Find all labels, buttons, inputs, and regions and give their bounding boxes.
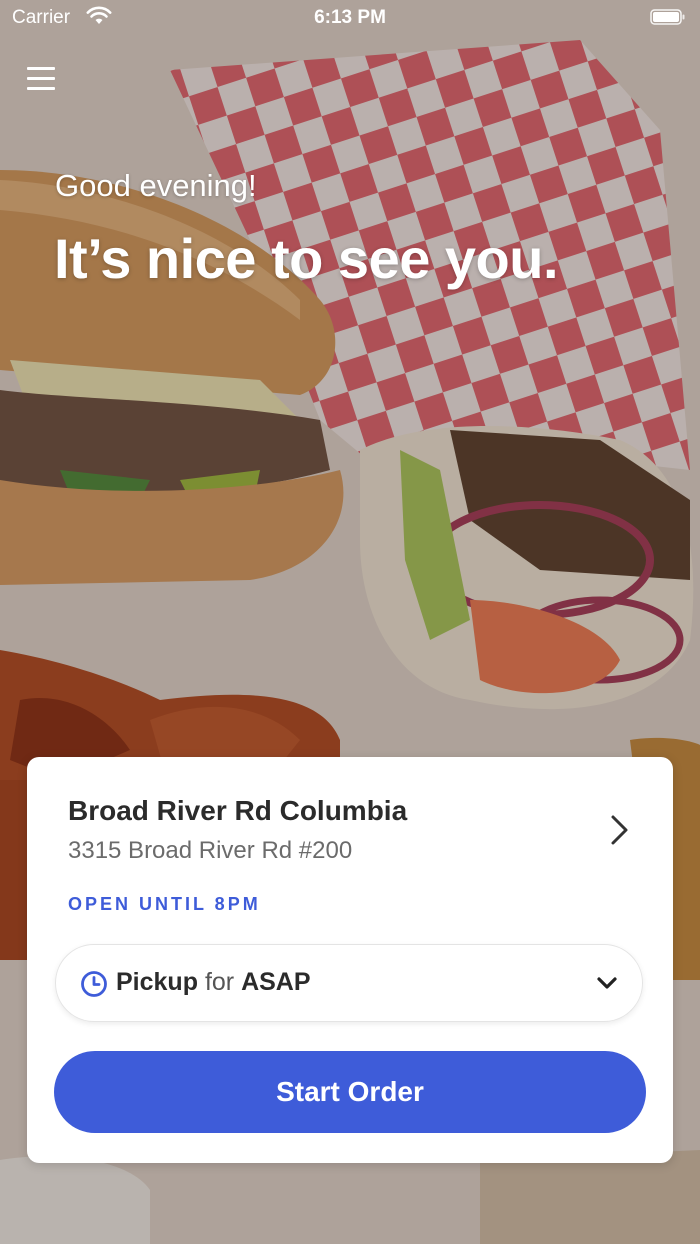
greeting-salutation: Good evening! bbox=[55, 168, 257, 203]
clock-time: 6:13 PM bbox=[314, 7, 386, 28]
hamburger-menu-icon[interactable] bbox=[22, 60, 60, 98]
start-order-button[interactable]: Start Order bbox=[54, 1051, 646, 1133]
order-time-summary: Pickup for ASAP bbox=[116, 968, 311, 997]
order-card: Broad River Rd Columbia 3315 Broad River… bbox=[27, 757, 673, 1163]
status-bar: Carrier 6:13 PM bbox=[0, 0, 700, 40]
order-time-value: ASAP bbox=[241, 968, 311, 996]
location-name: Broad River Rd Columbia bbox=[68, 795, 408, 826]
order-time-connector: for bbox=[204, 968, 235, 996]
location-address: 3315 Broad River Rd #200 bbox=[68, 837, 353, 864]
order-mode: Pickup bbox=[116, 968, 198, 996]
clock-icon bbox=[81, 971, 107, 997]
open-hours-label: OPEN UNTIL 8PM bbox=[68, 894, 261, 914]
greeting-headline: It’s nice to see you. bbox=[54, 227, 559, 290]
order-time-dropdown[interactable]: Pickup for ASAP bbox=[55, 944, 643, 1022]
home-screen: Carrier 6:13 PM Good evening! It’s nice … bbox=[0, 0, 700, 1244]
chevron-right-icon bbox=[611, 815, 628, 845]
chevron-down-icon bbox=[597, 977, 617, 989]
battery-icon bbox=[650, 9, 685, 25]
location-selector[interactable]: Broad River Rd Columbia 3315 Broad River… bbox=[27, 757, 673, 877]
